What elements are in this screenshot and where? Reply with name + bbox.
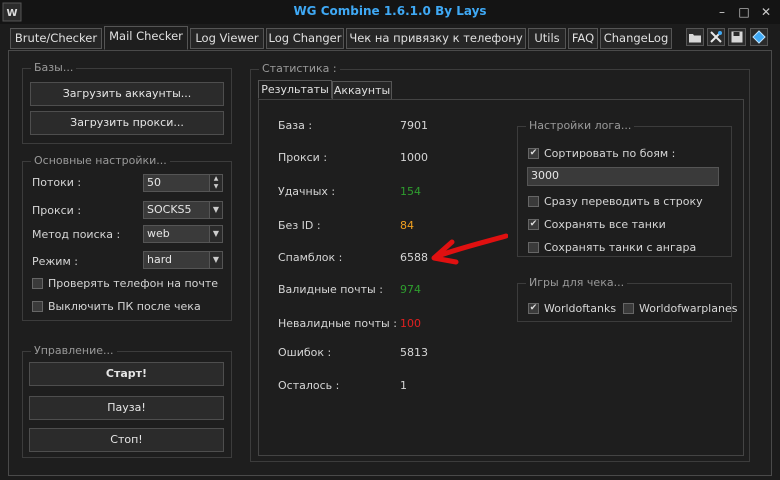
sort-by-battles-label: Сортировать по боям : [544, 147, 676, 160]
proxy-type-select[interactable]: SOCKS5 ▼ [143, 201, 223, 219]
games-title: Игры для чека... [526, 276, 628, 289]
stat-value-remaining: 1 [400, 379, 407, 392]
stat-label-base: База : [278, 119, 313, 132]
title-bar: W WG Combine 1.6.1.0 By Lays – □ ✕ [0, 0, 780, 24]
bases-group-title: Базы... [31, 61, 77, 74]
shutdown-pc-checkbox[interactable] [32, 301, 43, 312]
proxy-type-value: SOCKS5 [147, 203, 192, 216]
log-settings-group: Настройки лога... [517, 119, 732, 257]
wowp-checkbox[interactable] [623, 303, 634, 314]
chevron-down-icon[interactable]: ▼ [209, 225, 223, 243]
shutdown-pc-label: Выключить ПК после чека [48, 300, 201, 313]
wot-checkbox[interactable]: ✔ [528, 303, 539, 314]
save-icon[interactable] [728, 28, 746, 46]
mode-select[interactable]: hard ▼ [143, 251, 223, 269]
stat-value-invalid-mail: 100 [400, 317, 421, 330]
threads-label: Потоки : [32, 176, 82, 189]
save-hangar-tanks-checkbox[interactable] [528, 242, 539, 253]
tab-log-changer[interactable]: Log Changer [266, 28, 344, 49]
stat-label-invalid-mail: Невалидные почты : [278, 317, 397, 330]
tab-faq[interactable]: FAQ [568, 28, 598, 49]
tab-results[interactable]: Результаты [258, 80, 332, 99]
maximize-button[interactable]: □ [735, 3, 753, 21]
battles-input[interactable]: 3000 [527, 167, 719, 186]
stop-button[interactable]: Стоп! [29, 428, 224, 452]
stat-label-proxy: Прокси : [278, 151, 328, 164]
tab-changelog[interactable]: ChangeLog [600, 28, 672, 49]
stat-value-success: 154 [400, 185, 421, 198]
check-phone-label: Проверять телефон на почте [48, 277, 219, 290]
stat-value-base: 7901 [400, 119, 428, 132]
tab-brute-checker[interactable]: Brute/Checker [10, 28, 102, 49]
load-proxy-button[interactable]: Загрузить прокси... [30, 111, 224, 135]
stat-label-no-id: Без ID : [278, 219, 321, 232]
settings-icon[interactable] [750, 28, 768, 46]
chevron-down-icon[interactable]: ▼ [209, 201, 223, 219]
stat-label-valid-mail: Валидные почты : [278, 283, 383, 296]
threads-stepper[interactable]: 50 ▲ ▼ [143, 174, 223, 192]
minimize-button[interactable]: – [713, 3, 731, 21]
stat-value-proxy: 1000 [400, 151, 428, 164]
load-accounts-button[interactable]: Загрузить аккаунты... [30, 82, 224, 106]
stepper-arrows-icon[interactable]: ▲ ▼ [209, 174, 223, 192]
wot-label: Worldoftanks [544, 302, 617, 315]
log-settings-title: Настройки лога... [526, 119, 635, 132]
tab-log-viewer[interactable]: Log Viewer [190, 28, 264, 49]
wowp-label: Worldofwarplanes [639, 302, 738, 315]
folder-icon[interactable] [686, 28, 704, 46]
tab-mail-checker[interactable]: Mail Checker [104, 26, 188, 50]
search-method-value: web [147, 227, 170, 240]
start-button[interactable]: Старт! [29, 362, 224, 386]
main-settings-title: Основные настройки... [31, 154, 170, 167]
stat-value-no-id: 84 [400, 219, 414, 232]
stat-value-errors: 5813 [400, 346, 428, 359]
chevron-down-icon[interactable]: ▼ [209, 251, 223, 269]
sort-by-battles-checkbox[interactable]: ✔ [528, 148, 539, 159]
save-hangar-tanks-label: Сохранять танки с ангара [544, 241, 697, 254]
search-method-label: Метод поиска : [32, 228, 121, 241]
control-title: Управление... [31, 344, 117, 357]
to-string-checkbox[interactable] [528, 196, 539, 207]
mode-label: Режим : [32, 255, 78, 268]
stats-title: Статистика : [259, 62, 340, 75]
red-arrow-annotation [431, 233, 508, 265]
check-phone-checkbox[interactable] [32, 278, 43, 289]
tab-utils[interactable]: Utils [528, 28, 566, 49]
tab-accounts[interactable]: Аккаунты [332, 81, 392, 100]
stat-value-spamblock: 6588 [400, 251, 428, 264]
tools-icon[interactable] [707, 28, 725, 46]
tab-phone-check[interactable]: Чек на привязку к телефону [346, 28, 526, 49]
mode-value: hard [147, 253, 173, 266]
stat-value-valid-mail: 974 [400, 283, 421, 296]
stat-label-remaining: Осталось : [278, 379, 340, 392]
stat-label-spamblock: Спамблок : [278, 251, 343, 264]
to-string-label: Сразу переводить в строку [544, 195, 703, 208]
threads-value: 50 [147, 176, 161, 189]
stat-label-success: Удачных : [278, 185, 336, 198]
pause-button[interactable]: Пауза! [29, 396, 224, 420]
close-button[interactable]: ✕ [757, 3, 775, 21]
window-title: WG Combine 1.6.1.0 By Lays [293, 4, 487, 18]
save-all-tanks-label: Сохранять все танки [544, 218, 666, 231]
search-method-select[interactable]: web ▼ [143, 225, 223, 243]
stat-label-errors: Ошибок : [278, 346, 332, 359]
save-all-tanks-checkbox[interactable]: ✔ [528, 219, 539, 230]
proxy-label: Прокси : [32, 204, 82, 217]
